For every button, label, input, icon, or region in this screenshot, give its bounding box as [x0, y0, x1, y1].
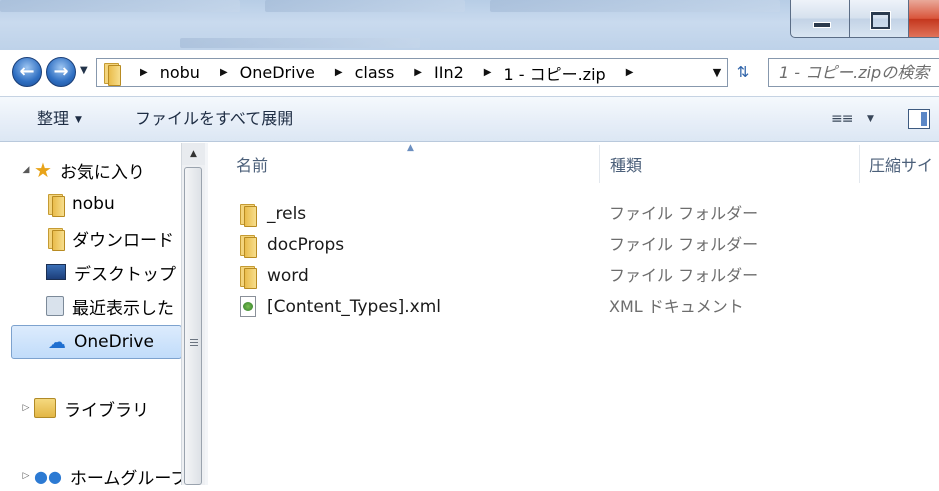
- folder-icon: [238, 234, 257, 258]
- downloads-folder-icon: [46, 227, 65, 251]
- nav-item-desktop[interactable]: デスクトップ: [28, 257, 176, 287]
- chevron-down-icon: ▼: [75, 114, 82, 125]
- chevron-down-icon: ▼: [80, 65, 88, 76]
- cloud-icon: ☁: [48, 331, 66, 353]
- scroll-up-button[interactable]: ▲: [182, 143, 205, 165]
- nav-libraries[interactable]: ▷ ライブラリ: [0, 393, 149, 423]
- refresh-button[interactable]: ⇅: [731, 58, 755, 87]
- chevron-right-icon: ▶: [414, 67, 422, 78]
- view-options-dropdown[interactable]: ▼: [867, 97, 874, 141]
- forward-button[interactable]: →: [46, 57, 76, 87]
- nav-item-onedrive[interactable]: ☁ OneDrive: [11, 325, 182, 359]
- preview-pane-button[interactable]: [908, 109, 930, 129]
- command-bar: 整理 ▼ ファイルをすべて展開 ≡≡ ▼: [0, 96, 939, 142]
- column-header-type[interactable]: 種類: [610, 143, 642, 187]
- scroll-thumb[interactable]: [184, 167, 202, 485]
- address-bar[interactable]: ▶ nobu ▶ OneDrive ▶ class ▶ IIn2 ▶ 1 - コピー.zi…: [96, 58, 728, 87]
- expand-icon[interactable]: ▷: [20, 403, 32, 413]
- column-header-name[interactable]: 名前: [236, 143, 268, 187]
- expand-icon[interactable]: ▷: [20, 471, 32, 481]
- back-button[interactable]: ←: [12, 57, 42, 87]
- extract-all-button[interactable]: ファイルをすべて展開: [135, 97, 293, 141]
- file-row[interactable]: word ファイル フォルダー: [208, 261, 939, 291]
- column-divider[interactable]: [859, 145, 860, 183]
- blurred-background: [490, 0, 780, 12]
- nav-favorites[interactable]: ◢ ★ お気に入り: [0, 155, 145, 185]
- column-header-row: 名前 種類 圧縮サイ: [208, 143, 939, 187]
- arrow-left-icon: ←: [19, 61, 35, 82]
- xml-badge-icon: [243, 302, 253, 311]
- xml-document-icon: [240, 296, 256, 317]
- homegroup-icon: ●●: [34, 466, 62, 486]
- collapse-icon[interactable]: ◢: [20, 165, 32, 175]
- nav-scrollbar[interactable]: ▲: [181, 143, 205, 485]
- chevron-right-icon: ▶: [625, 67, 634, 78]
- nav-item-nobu[interactable]: nobu: [28, 189, 115, 219]
- breadcrumb-item[interactable]: ▶ OneDrive: [214, 63, 329, 82]
- address-history-dropdown[interactable]: ▼: [706, 58, 728, 87]
- arrow-right-icon: →: [53, 61, 69, 82]
- folder-icon: [102, 62, 121, 86]
- blurred-background: [265, 0, 465, 12]
- view-options-button[interactable]: ≡≡: [831, 97, 853, 141]
- folder-icon: [46, 193, 65, 217]
- maximize-button[interactable]: [849, 0, 909, 38]
- organize-button[interactable]: 整理 ▼: [37, 97, 82, 141]
- nav-item-downloads[interactable]: ダウンロード: [28, 223, 174, 253]
- chevron-down-icon: ▼: [867, 114, 874, 124]
- blurred-background: [0, 0, 240, 12]
- nav-homegroup[interactable]: ▷ ●● ホームグループ: [0, 461, 188, 491]
- breadcrumb-item[interactable]: ▶ 1 - コピー.zip: [478, 61, 620, 85]
- recent-places-icon: [46, 296, 64, 316]
- search-input[interactable]: 1 - コピー.zipの検索: [768, 58, 939, 87]
- details-view-icon: ≡≡: [831, 111, 853, 127]
- star-icon: ★: [34, 158, 52, 182]
- refresh-icon: ⇅: [736, 63, 750, 81]
- recent-pages-dropdown[interactable]: ▼: [80, 63, 94, 79]
- minimize-icon: [813, 22, 831, 28]
- column-header-compressed-size[interactable]: 圧縮サイ: [869, 143, 933, 187]
- file-row[interactable]: [Content_Types].xml XML ドキュメント: [208, 292, 939, 322]
- chevron-right-icon: ▶: [483, 67, 492, 78]
- navigation-pane: ◢ ★ お気に入り nobu ダウンロード デスクトップ 最近表示した ☁ On…: [0, 143, 187, 489]
- maximize-icon: [871, 12, 890, 29]
- breadcrumb-item[interactable]: ▶: [620, 67, 646, 78]
- breadcrumb-item[interactable]: ▶ class: [329, 63, 408, 82]
- sort-ascending-icon: ▲: [407, 143, 414, 153]
- title-bar: [0, 0, 939, 50]
- chevron-right-icon: ▶: [334, 67, 343, 78]
- desktop-icon: [46, 264, 66, 280]
- breadcrumb-item[interactable]: ▶ nobu: [134, 63, 214, 82]
- chevron-down-icon: ▼: [712, 66, 722, 79]
- chevron-right-icon: ▶: [219, 67, 228, 78]
- file-row[interactable]: docProps ファイル フォルダー: [208, 230, 939, 260]
- close-button[interactable]: [908, 0, 939, 38]
- column-divider[interactable]: [599, 145, 600, 183]
- blurred-background: [180, 38, 420, 48]
- chevron-right-icon: ▶: [140, 67, 148, 78]
- breadcrumb-item[interactable]: ▶ IIn2: [408, 63, 477, 82]
- grip-icon: [190, 339, 198, 348]
- nav-item-recent[interactable]: 最近表示した: [28, 291, 174, 321]
- minimize-button[interactable]: [790, 0, 850, 38]
- libraries-icon: [34, 398, 56, 418]
- file-row[interactable]: _rels ファイル フォルダー: [208, 199, 939, 229]
- folder-icon: [238, 265, 257, 289]
- folder-icon: [238, 203, 257, 227]
